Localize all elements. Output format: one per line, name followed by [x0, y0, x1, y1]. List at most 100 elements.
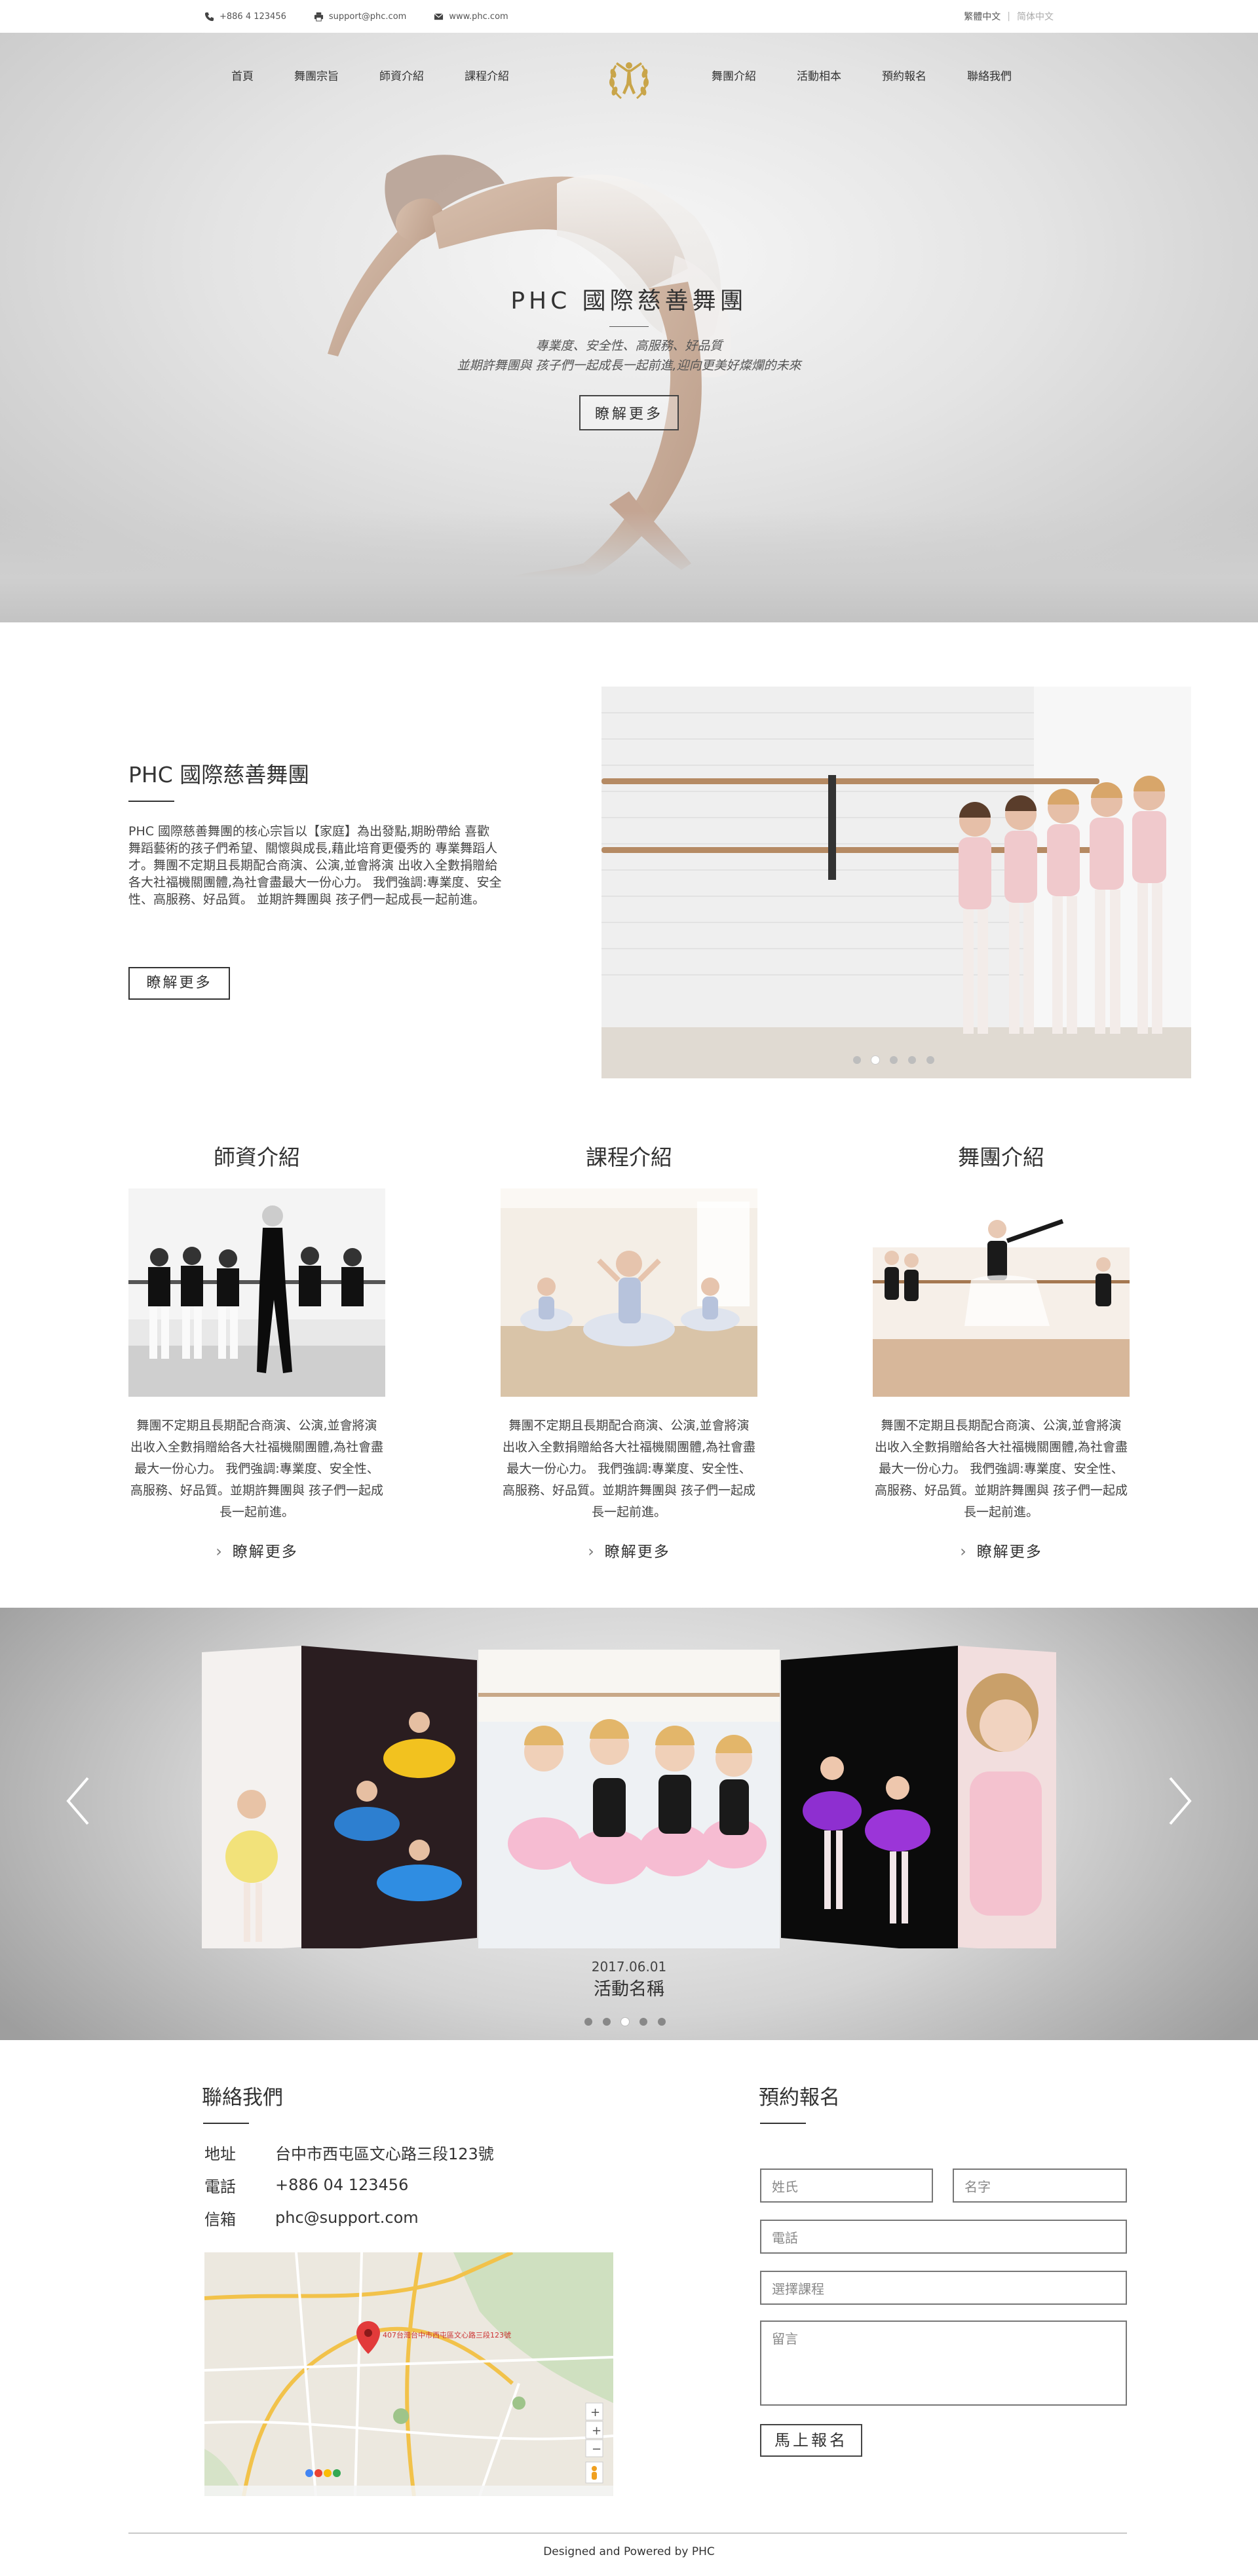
gallery-dot-5[interactable]: [658, 2018, 666, 2026]
map-pegman-icon[interactable]: [585, 2461, 603, 2484]
gallery-photo-4[interactable]: [781, 1646, 958, 1948]
teachers-photo: [128, 1188, 385, 1397]
troupe-photo: [873, 1188, 1130, 1397]
card-title: 課程介紹: [586, 1145, 672, 1170]
gallery-dot-2[interactable]: [603, 2018, 611, 2026]
chevron-right-icon: ›: [216, 1542, 223, 1561]
map-pin-label: 407台灣台中市西屯區文心路三段123號: [383, 2330, 511, 2339]
gallery-dot-1[interactable]: [584, 2018, 592, 2026]
location-map[interactable]: 407台灣台中市西屯區文心路三段123號 + + −: [204, 2252, 613, 2496]
troupe-learn-more-link[interactable]: › 瞭解更多: [873, 1539, 1130, 1561]
surname-placeholder: 姓氏: [772, 2178, 798, 2195]
troupe-card: 舞團介紹 舞團不定期且長期配合商演、公演,並會將演 出收入全數捐贈給各大社福機關…: [873, 1140, 1130, 1561]
course-select[interactable]: 選擇課程: [760, 2271, 1127, 2305]
contact-info: 地址 台中市西屯區文心路三段123號 電話 +886 04 123456 信箱 …: [204, 2136, 494, 2234]
phone-icon: [204, 12, 214, 21]
nav-item-troupe[interactable]: 舞團介紹: [712, 67, 756, 86]
hero-learn-more-button[interactable]: 瞭解更多: [579, 395, 679, 430]
gallery-next-arrow-icon[interactable]: [1160, 1771, 1199, 1830]
hero-floor: [0, 511, 1258, 622]
about-slide-dot-5[interactable]: [926, 1056, 934, 1064]
name-field[interactable]: 名字: [953, 2169, 1127, 2203]
hero-subtitle-2: 並期許舞團與 孩子們一起成長一起前進,迎向更美好燦爛的未來: [457, 358, 801, 373]
about-slide-dot-3[interactable]: [890, 1056, 898, 1064]
gallery-prev-arrow-icon[interactable]: [59, 1771, 98, 1830]
gallery-dot-4[interactable]: [639, 2018, 647, 2026]
nav-item-contact[interactable]: 聯絡我們: [967, 67, 1012, 86]
topbar-phone-text: +886 4 123456: [219, 11, 286, 22]
name-placeholder: 名字: [964, 2178, 991, 2195]
contact-divider: [203, 2123, 249, 2124]
top-contact-bar: +886 4 123456 support@phc.com www.phc.co…: [0, 0, 1258, 33]
mail-icon: [434, 12, 444, 20]
teachers-card: 師資介紹 舞團不定期且長期配合商演、公演,並會將演 出收入全數捐贈給各大社福機關…: [128, 1140, 385, 1561]
hero-title: PHC 國際慈善舞團: [510, 288, 748, 314]
topbar-website[interactable]: www.phc.com: [434, 12, 508, 22]
card-body: 舞團不定期且長期配合商演、公演,並會將演 出收入全數捐贈給各大社福機關團體,為社…: [502, 1418, 756, 1519]
address-value: 台中市西屯區文心路三段123號: [275, 2144, 494, 2163]
lang-traditional[interactable]: 繁體中文: [964, 10, 1001, 23]
phone-value[interactable]: +886 04 123456: [275, 2176, 408, 2194]
gallery-dot-3[interactable]: [621, 2018, 629, 2026]
card-title: 舞團介紹: [958, 1145, 1044, 1170]
nav-item-booking[interactable]: 預約報名: [882, 67, 926, 86]
topbar-email-text: support@phc.com: [328, 11, 407, 22]
gallery-photo-1[interactable]: [202, 1646, 301, 1948]
map-zoom-controls[interactable]: + + −: [585, 2402, 603, 2457]
address-label: 地址: [204, 2144, 236, 2163]
about-learn-more-button[interactable]: 瞭解更多: [128, 967, 230, 1000]
about-slide-dot-1[interactable]: [853, 1056, 861, 1064]
gallery-activity-name: 活動名稱: [594, 1979, 664, 1999]
email-value[interactable]: phc@support.com: [275, 2208, 419, 2227]
about-slide-dot-4[interactable]: [908, 1056, 916, 1064]
hero-text-block: PHC 國際慈善舞團 專業度、安全性、高服務、好品質 並期許舞團與 孩子們一起成…: [367, 282, 891, 430]
footer-credit: Designed and Powered by PHC: [543, 2545, 715, 2558]
surname-field[interactable]: 姓氏: [760, 2169, 933, 2203]
card-body: 舞團不定期且長期配合商演、公演,並會將演 出收入全數捐贈給各大社福機關團體,為社…: [130, 1418, 384, 1519]
nav-item-courses[interactable]: 課程介紹: [465, 67, 509, 86]
phone-label: 電話: [204, 2177, 236, 2196]
message-textarea[interactable]: 留言: [760, 2320, 1127, 2406]
course-placeholder: 選擇課程: [772, 2281, 824, 2297]
message-placeholder: 留言: [772, 2331, 798, 2347]
printer-icon: [314, 12, 323, 22]
gallery-photo-3[interactable]: [478, 1650, 780, 1948]
gallery-dots: [584, 2018, 666, 2026]
booking-divider: [760, 2123, 806, 2124]
booking-title: 預約報名: [759, 2086, 840, 2110]
chevron-right-icon: ›: [960, 1542, 968, 1561]
gallery-photo-5[interactable]: [958, 1646, 1056, 1948]
phone-field[interactable]: 電話: [760, 2220, 1127, 2254]
topbar-phone[interactable]: +886 4 123456: [204, 12, 286, 22]
card-more-label: 瞭解更多: [976, 1544, 1042, 1561]
chevron-right-icon: ›: [588, 1542, 596, 1561]
lang-simplified[interactable]: 简体中文: [1017, 10, 1054, 23]
courses-card: 課程介紹 舞團不定期且長期配合商演、公演,並會將演 出收入全數捐贈給各大社福機關…: [501, 1140, 757, 1561]
courses-photo: [501, 1188, 757, 1397]
main-nav-right: 舞團介紹 活動相本 預約報名 聯絡我們: [712, 67, 1012, 86]
about-slide-dot-2[interactable]: [871, 1056, 879, 1064]
card-more-label: 瞭解更多: [232, 1544, 298, 1561]
contact-address-row: 地址 台中市西屯區文心路三段123號: [204, 2136, 494, 2169]
phone-placeholder: 電話: [772, 2229, 798, 2246]
about-description: PHC 國際慈善舞團的核心宗旨以【家庭】為出發點,期盼帶給 喜歡舞蹈藝術的孩子們…: [128, 824, 502, 907]
gallery-coverflow: [202, 1646, 1056, 1948]
gallery-photo-2[interactable]: [301, 1646, 477, 1948]
phc-logo[interactable]: [596, 46, 662, 111]
nav-item-home[interactable]: 首頁: [231, 67, 254, 86]
svg-text:−: −: [592, 2442, 601, 2456]
topbar-website-text: www.phc.com: [449, 11, 508, 22]
contact-email-row: 信箱 phc@support.com: [204, 2201, 494, 2234]
nav-item-teachers[interactable]: 師資介紹: [379, 67, 424, 86]
card-body: 舞團不定期且長期配合商演、公演,並會將演 出收入全數捐贈給各大社福機關團體,為社…: [874, 1418, 1128, 1519]
submit-booking-button[interactable]: 馬上報名: [760, 2424, 862, 2457]
nav-item-albums[interactable]: 活動相本: [797, 67, 841, 86]
topbar-email[interactable]: support@phc.com: [314, 12, 406, 22]
card-title: 師資介紹: [214, 1145, 300, 1170]
svg-text:+: +: [590, 2406, 600, 2419]
teachers-learn-more-link[interactable]: › 瞭解更多: [128, 1539, 385, 1561]
card-more-label: 瞭解更多: [604, 1544, 670, 1561]
courses-learn-more-link[interactable]: › 瞭解更多: [501, 1539, 757, 1561]
nav-item-mission[interactable]: 舞團宗旨: [294, 67, 339, 86]
main-nav-left: 首頁 舞團宗旨 師資介紹 課程介紹: [231, 67, 509, 86]
